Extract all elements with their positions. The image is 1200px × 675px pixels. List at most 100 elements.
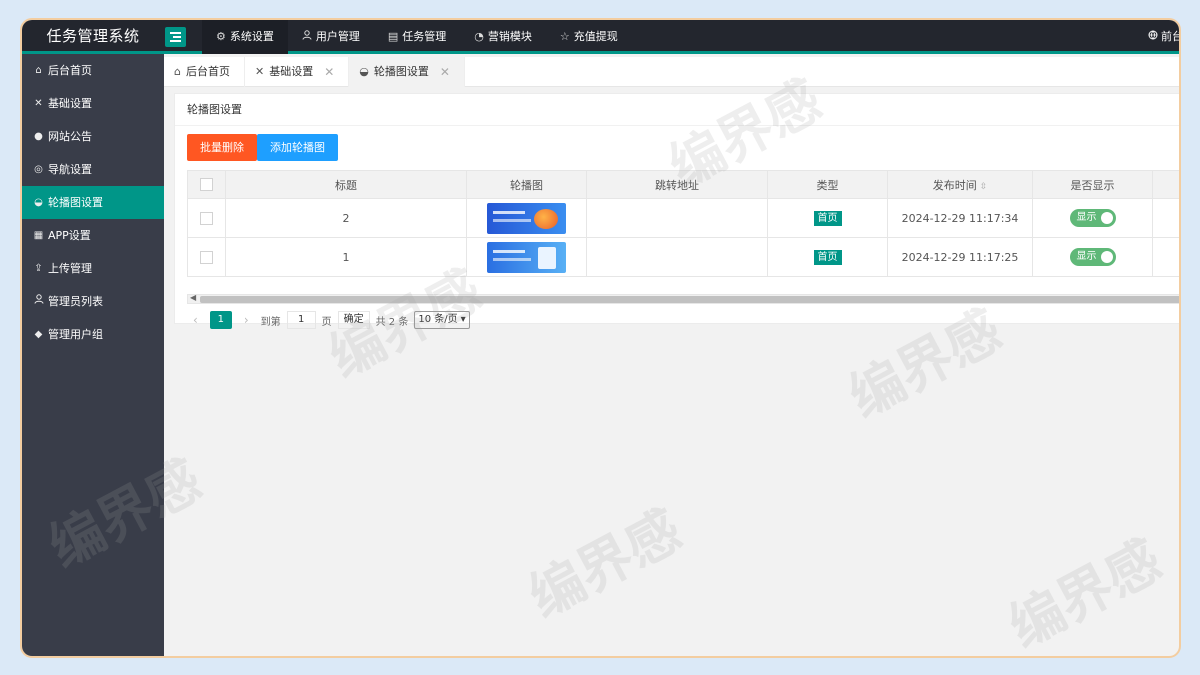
close-icon[interactable]: ✕ [324,57,334,87]
url-cell [586,237,768,277]
sidebar-item-label: 管理员列表 [48,294,103,308]
scroll-left-icon[interactable]: ◀ [190,293,196,302]
home-icon: ⌂ [35,64,42,76]
group-icon: ◆ [34,328,43,340]
tools-icon: ✕ [34,97,43,109]
menu-toggle-button[interactable] [165,27,186,47]
app-icon: ▦ [33,229,44,241]
chevron-down-icon: ▾ [460,314,466,325]
sidebar-item-navigation[interactable]: ◎ 导航设置 [22,153,164,186]
banner-thumbnail[interactable] [487,202,566,234]
front-site-link[interactable]: 前台 [1148,20,1179,54]
sidebar-item-label: 基础设置 [48,96,92,110]
watermark: 编界感 [999,528,1172,658]
nav-system-settings[interactable]: ⚙ 系统设置 [202,20,288,54]
admin-icon [33,286,44,318]
sidebar: ⌂ 后台首页 ✕ 基础设置 ● 网站公告 ◎ 导航设置 ◒ 轮播图设置 ▦ AP… [22,54,164,656]
sidebar-item-user-groups[interactable]: ◆ 管理用户组 [22,318,164,351]
type-cell: 首页 [767,198,888,238]
nav-user-management[interactable]: 用户管理 [288,20,374,54]
table-header-row: 标题 轮播图 跳转地址 类型 发布时间 ⇳ 是否显示 [187,170,1179,199]
toggle-label: 显示 [1076,251,1097,262]
current-page[interactable]: 1 [209,311,232,329]
upload-icon: ⇪ [34,262,43,274]
type-cell: 首页 [767,237,888,277]
card-title: 轮播图设置 [175,94,1179,126]
row-select-cell [187,198,226,238]
banner-table: 标题 轮播图 跳转地址 类型 发布时间 ⇳ 是否显示 2 首页 2024-12-… [187,170,1179,277]
sidebar-item-banner-settings[interactable]: ◒ 轮播图设置 [22,186,164,219]
add-banner-button[interactable]: 添加轮播图 [257,134,338,161]
nav-label: 营销模块 [487,30,532,43]
nav-label: 任务管理 [402,30,447,43]
sidebar-item-basic-settings[interactable]: ✕ 基础设置 [22,87,164,120]
nav-label: 系统设置 [229,30,274,43]
sidebar-item-label: 上传管理 [48,261,92,275]
show-cell: 显示 [1032,198,1153,238]
column-header: 跳转地址 [586,170,768,199]
row-select-cell [187,237,226,277]
palette-icon: ◒ [34,196,43,208]
column-header: 是否显示 [1032,170,1153,199]
batch-delete-button[interactable]: 批量删除 [187,134,257,161]
horizontal-scrollbar[interactable]: ◀ [187,293,1179,304]
scrollbar-thumb[interactable] [200,296,1179,303]
nav-task-management[interactable]: ▤ 任务管理 [374,20,460,54]
sidebar-item-upload[interactable]: ⇪ 上传管理 [22,252,164,285]
clipboard-icon: ▤ [387,30,399,43]
prev-page-icon[interactable]: ‹ [187,313,204,327]
close-icon[interactable]: ✕ [440,57,450,87]
banner-settings-card: 轮播图设置 批量删除 添加轮播图 标题 轮播图 跳转地址 类型 发布时间 ⇳ 是否… [174,93,1179,329]
extra-cell [1152,198,1179,238]
sidebar-item-label: 导航设置 [48,162,92,176]
select-all-checkbox[interactable] [200,178,213,192]
url-cell [586,198,768,238]
column-header-extra [1152,170,1179,199]
time-cell: 2024-12-29 11:17:34 [887,198,1033,238]
next-page-icon[interactable]: › [238,313,255,327]
type-badge: 首页 [813,249,842,265]
sidebar-item-label: 网站公告 [48,129,92,143]
user-icon [302,21,312,53]
globe-icon [1148,21,1158,53]
page-number-input[interactable]: 1 [286,311,316,329]
banner-thumbnail[interactable] [487,241,566,273]
tools-icon: ✕ [254,65,265,78]
row-checkbox[interactable] [200,211,213,225]
column-header: 类型 [767,170,888,199]
page-size-value: 10 条/页 [418,314,458,325]
column-header-label: 发布时间 [932,178,977,192]
title-cell: 1 [225,237,467,277]
page-size-select[interactable]: 10 条/页 ▾ [414,311,470,329]
column-header: 轮播图 [466,170,587,199]
banner-image-cell [466,198,587,238]
show-toggle[interactable]: 显示 [1069,248,1116,266]
tab-home[interactable]: ⌂ 后台首页 [164,57,245,87]
sidebar-item-label: 轮播图设置 [48,195,103,209]
sort-icon[interactable]: ⇳ [980,182,988,192]
compass-icon: ◎ [34,163,43,175]
tab-banner-settings[interactable]: ◒ 轮播图设置 ✕ [349,57,465,87]
row-checkbox[interactable] [200,250,213,264]
nav-recharge[interactable]: ☆ 充值提现 [546,20,632,54]
top-nav: ⚙ 系统设置 用户管理 ▤ 任务管理 ◔ 营销模块 ☆ 充值提现 [202,20,632,54]
nav-marketing[interactable]: ◔ 营销模块 [460,20,546,54]
confirm-button[interactable]: 确定 [337,311,370,329]
total-count: 共 2 条 [375,316,409,328]
sidebar-item-app-settings[interactable]: ▦ APP设置 [22,219,164,252]
banner-image-cell [466,237,587,277]
sidebar-item-announcement[interactable]: ● 网站公告 [22,120,164,153]
star-icon: ☆ [559,30,570,43]
sidebar-item-admin-list[interactable]: 管理员列表 [22,285,164,318]
tab-basic-settings[interactable]: ✕ 基础设置 ✕ [245,57,350,87]
column-header-sortable[interactable]: 发布时间 ⇳ [887,170,1033,199]
sidebar-item-label: 后台首页 [48,63,92,77]
tab-label: 轮播图设置 [373,65,429,78]
toggle-label: 显示 [1076,212,1097,223]
select-all-cell [187,170,226,199]
sidebar-item-home[interactable]: ⌂ 后台首页 [22,54,164,87]
page-unit-label: 页 [321,316,332,328]
home-icon: ⌂ [174,65,181,78]
show-toggle[interactable]: 显示 [1069,209,1116,227]
gear-icon: ⚙ [216,30,226,43]
